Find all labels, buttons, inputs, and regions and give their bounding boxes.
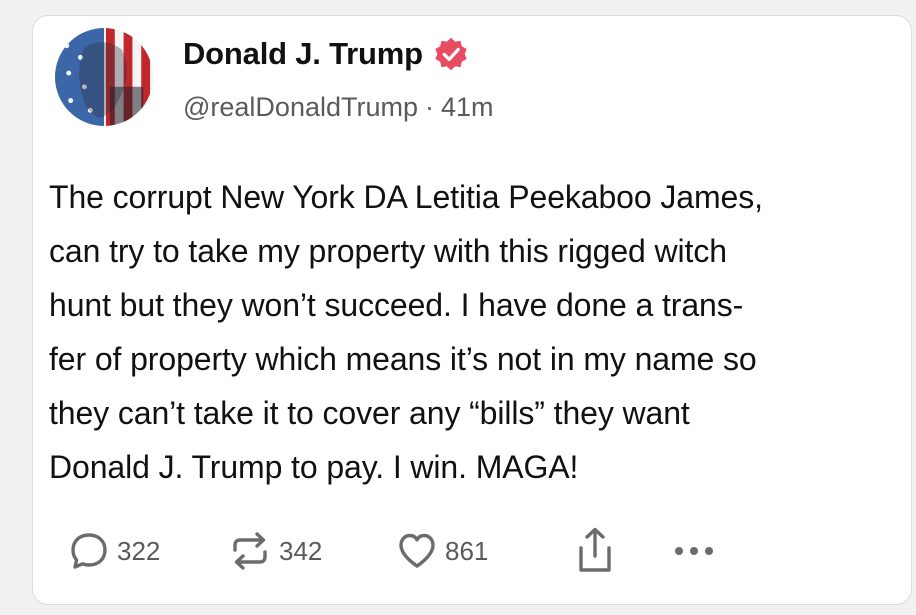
post-body: The corrupt New York DA Letitia Peekaboo… [49, 170, 907, 494]
more-icon [671, 529, 717, 573]
like-button[interactable]: 861 [395, 526, 488, 576]
avatar[interactable] [55, 28, 153, 126]
reply-button[interactable]: 322 [67, 526, 160, 576]
post-body-line: hunt but they won’t succeed. I have done… [49, 287, 744, 323]
post-card: Donald J. Trump @realDonaldTrump · 41m T… [32, 15, 912, 605]
heart-icon [395, 529, 439, 573]
post-body-line: fer of property which means it’s not in … [49, 341, 757, 377]
reply-count: 322 [117, 535, 161, 566]
repost-icon [227, 529, 273, 573]
post-body-line: The corrupt New York DA Letitia Peekaboo… [49, 179, 763, 215]
share-button[interactable] [573, 526, 617, 576]
avatar-image [55, 28, 153, 126]
author-name[interactable]: Donald J. Trump [183, 36, 423, 72]
reply-icon [67, 529, 111, 573]
share-icon [573, 526, 617, 576]
like-count: 861 [445, 535, 489, 566]
meta-separator: · [425, 92, 434, 122]
verified-badge-icon [433, 36, 469, 72]
repost-count: 342 [279, 535, 323, 566]
post-body-line: they can’t take it to cover any “bills” … [49, 395, 690, 431]
post-body-line: Donald J. Trump to pay. I win. MAGA! [49, 449, 579, 485]
post-actions: 322 342 861 [33, 526, 911, 576]
repost-button[interactable]: 342 [227, 526, 322, 576]
post-timestamp[interactable]: 41m [441, 92, 494, 123]
author-handle[interactable]: @realDonaldTrump [183, 92, 418, 123]
post-body-line: can try to take my property with this ri… [49, 233, 727, 269]
more-button[interactable] [671, 526, 717, 576]
